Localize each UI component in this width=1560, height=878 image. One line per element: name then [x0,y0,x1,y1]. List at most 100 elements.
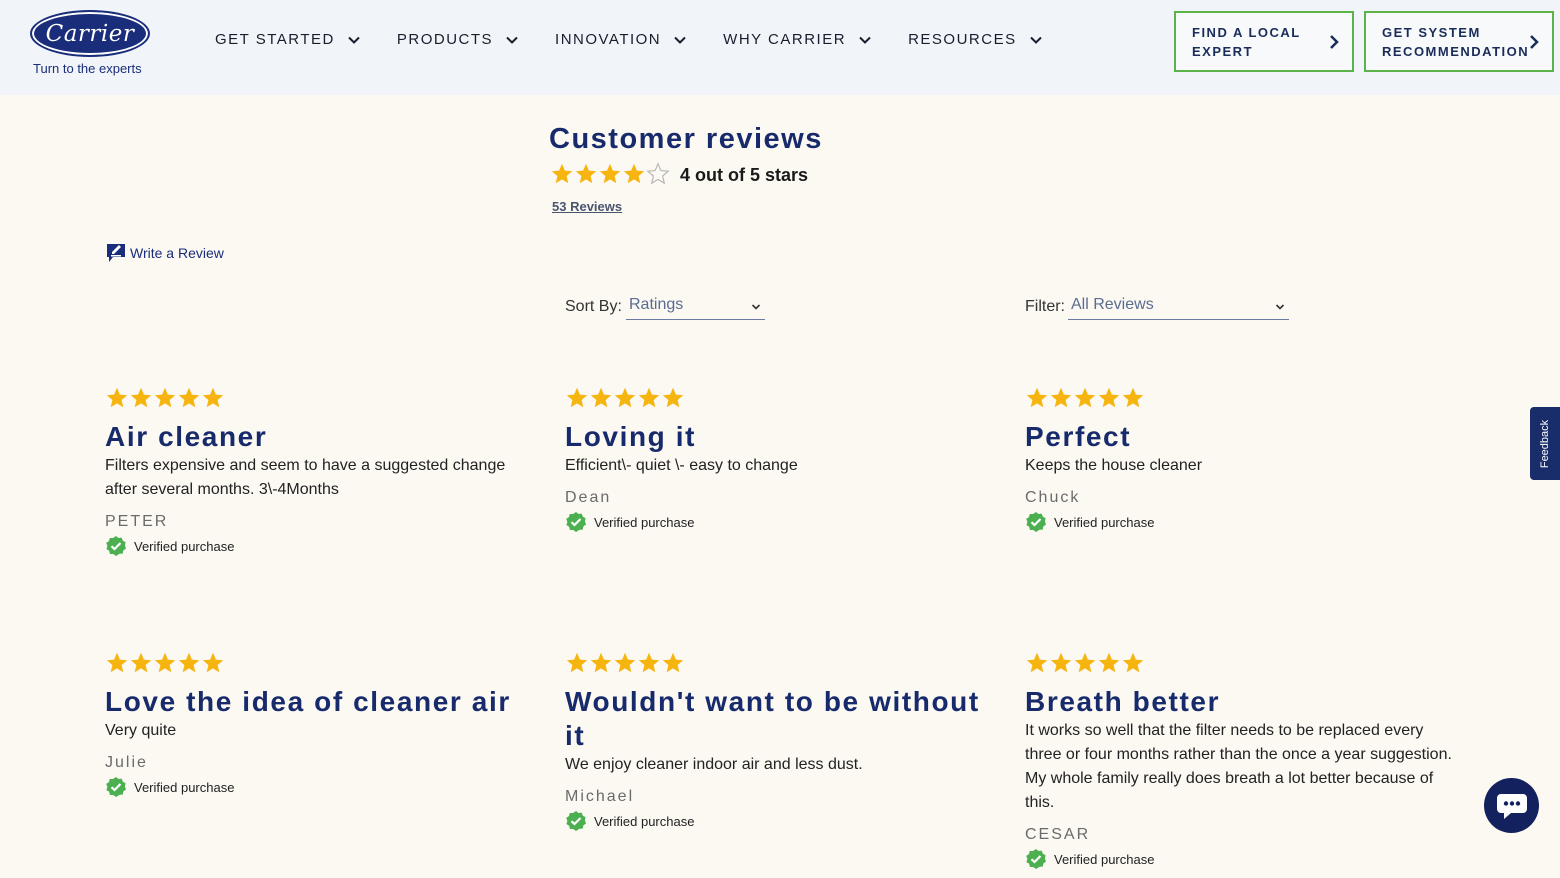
nav-why-carrier[interactable]: WHY CARRIER [723,31,872,48]
review-card: Breath better It works so well that the … [1025,651,1455,870]
star-filled-icon [551,163,573,184]
star-filled-icon [638,652,660,673]
review-star-rating [105,386,535,410]
review-star-rating [1025,386,1455,410]
verified-purchase-badge: Verified purchase [105,535,535,557]
nav-label: PRODUCTS [396,31,494,48]
star-empty-icon [646,162,670,185]
cta-label: GET SYSTEM RECOMMENDATION [1382,23,1529,61]
sort-by-label: Sort By: [565,298,622,315]
review-author: CESAR [1025,826,1091,843]
star-filled-icon [566,652,588,673]
site-header: Carrier Turn to the experts GET STARTED … [0,0,1560,95]
star-filled-icon [623,163,645,184]
cta-label-line: FIND A LOCAL [1192,24,1301,40]
verified-check-icon [106,536,126,556]
verified-purchase-badge: Verified purchase [1025,511,1455,533]
star-filled-icon [590,387,612,408]
review-author: Julie [105,754,148,771]
star-filled-icon [202,387,224,408]
star-filled-icon [590,652,612,673]
star-filled-icon [154,387,176,408]
star-filled-icon [1122,652,1144,673]
review-star-rating [565,651,995,675]
review-star-rating [1025,651,1455,675]
review-body: Very quite [105,722,177,739]
review-star-rating [105,651,535,675]
review-title: Breath better [1025,686,1221,717]
feedback-label: Feedback [1539,419,1551,468]
cta-label-line: GET SYSTEM [1382,24,1481,40]
chevron-right-icon [1330,35,1339,49]
cta-label-line: EXPERT [1192,43,1254,59]
review-card: Loving it Efficient\- quiet \- easy to c… [565,386,995,533]
verified-label: Verified purchase [594,514,695,530]
review-author: Michael [565,788,635,805]
review-card: Love the idea of cleaner air Very quite … [105,651,535,798]
chevron-right-icon [1530,35,1539,49]
review-title: Perfect [1025,421,1132,452]
customer-reviews-heading: Customer reviews [549,123,823,155]
review-title: Love the idea of cleaner air [105,686,511,717]
verified-label: Verified purchase [134,538,235,554]
nav-label: INNOVATION [555,31,662,48]
logo-wordmark: Carrier [45,20,135,47]
verified-label: Verified purchase [1054,851,1155,867]
chevron-down-icon [859,36,871,44]
star-filled-icon [130,652,152,673]
review-author: Dean [565,489,612,506]
star-filled-icon [154,652,176,673]
write-review-link[interactable]: Write a Review [106,242,224,264]
cta-label-line: RECOMMENDATION [1382,43,1530,59]
review-card: Air cleaner Filters expensive and seem t… [105,386,535,557]
verified-check-icon [1026,849,1046,869]
verified-check-icon [566,512,586,532]
sort-by-select[interactable]: Ratings [626,296,765,320]
write-review-label: Write a Review [130,245,224,261]
star-filled-icon [662,652,684,673]
review-body: Keeps the house cleaner [1025,457,1203,474]
filter-value: All Reviews [1071,296,1154,313]
summary-star-rating [550,162,670,186]
review-author: PETER [105,513,169,530]
review-title: Wouldn't want to be without it [565,686,980,751]
star-filled-icon [1098,652,1120,673]
star-filled-icon [1074,652,1096,673]
edit-review-icon [107,244,125,262]
review-title: Loving it [565,421,697,452]
nav-label: WHY CARRIER [723,31,847,48]
carrier-logo[interactable]: Carrier Turn to the experts [30,10,152,76]
chevron-down-icon [674,36,686,44]
rating-summary-text: 4 out of 5 stars [680,165,809,185]
nav-innovation[interactable]: INNOVATION [555,31,687,48]
review-author: Chuck [1025,489,1081,506]
review-card: Perfect Keeps the house cleaner Chuck Ve… [1025,386,1455,533]
star-filled-icon [130,387,152,408]
nav-get-started[interactable]: GET STARTED [215,31,361,48]
nav-label: RESOURCES [908,31,1017,48]
star-filled-icon [1026,652,1048,673]
feedback-tab[interactable]: Feedback [1530,407,1560,480]
get-system-recommendation-button[interactable]: GET SYSTEM RECOMMENDATION [1364,11,1554,72]
star-filled-icon [178,652,200,673]
chat-button[interactable] [1484,778,1539,833]
nav-resources[interactable]: RESOURCES [908,31,1043,48]
star-filled-icon [1050,652,1072,673]
reviews-count-link[interactable]: 53 Reviews [552,199,622,214]
logo-tagline: Turn to the experts [33,61,142,76]
find-local-expert-button[interactable]: FIND A LOCAL EXPERT [1174,11,1354,72]
filter-select[interactable]: All Reviews [1068,296,1289,320]
logo-oval: Carrier [30,10,150,57]
star-filled-icon [599,163,621,184]
cta-label: FIND A LOCAL EXPERT [1192,23,1301,61]
review-title: Air cleaner [105,421,268,452]
nav-products[interactable]: PRODUCTS [397,31,519,48]
review-body: We enjoy cleaner indoor air and less dus… [565,756,863,773]
verified-label: Verified purchase [594,813,695,829]
filter-label: Filter: [1025,298,1065,315]
star-filled-icon [566,387,588,408]
star-filled-icon [106,652,128,673]
main-nav: GET STARTED PRODUCTS INNOVATION WHY CARR… [215,31,1079,48]
chevron-down-icon [751,304,761,310]
chevron-down-icon [1029,36,1042,44]
